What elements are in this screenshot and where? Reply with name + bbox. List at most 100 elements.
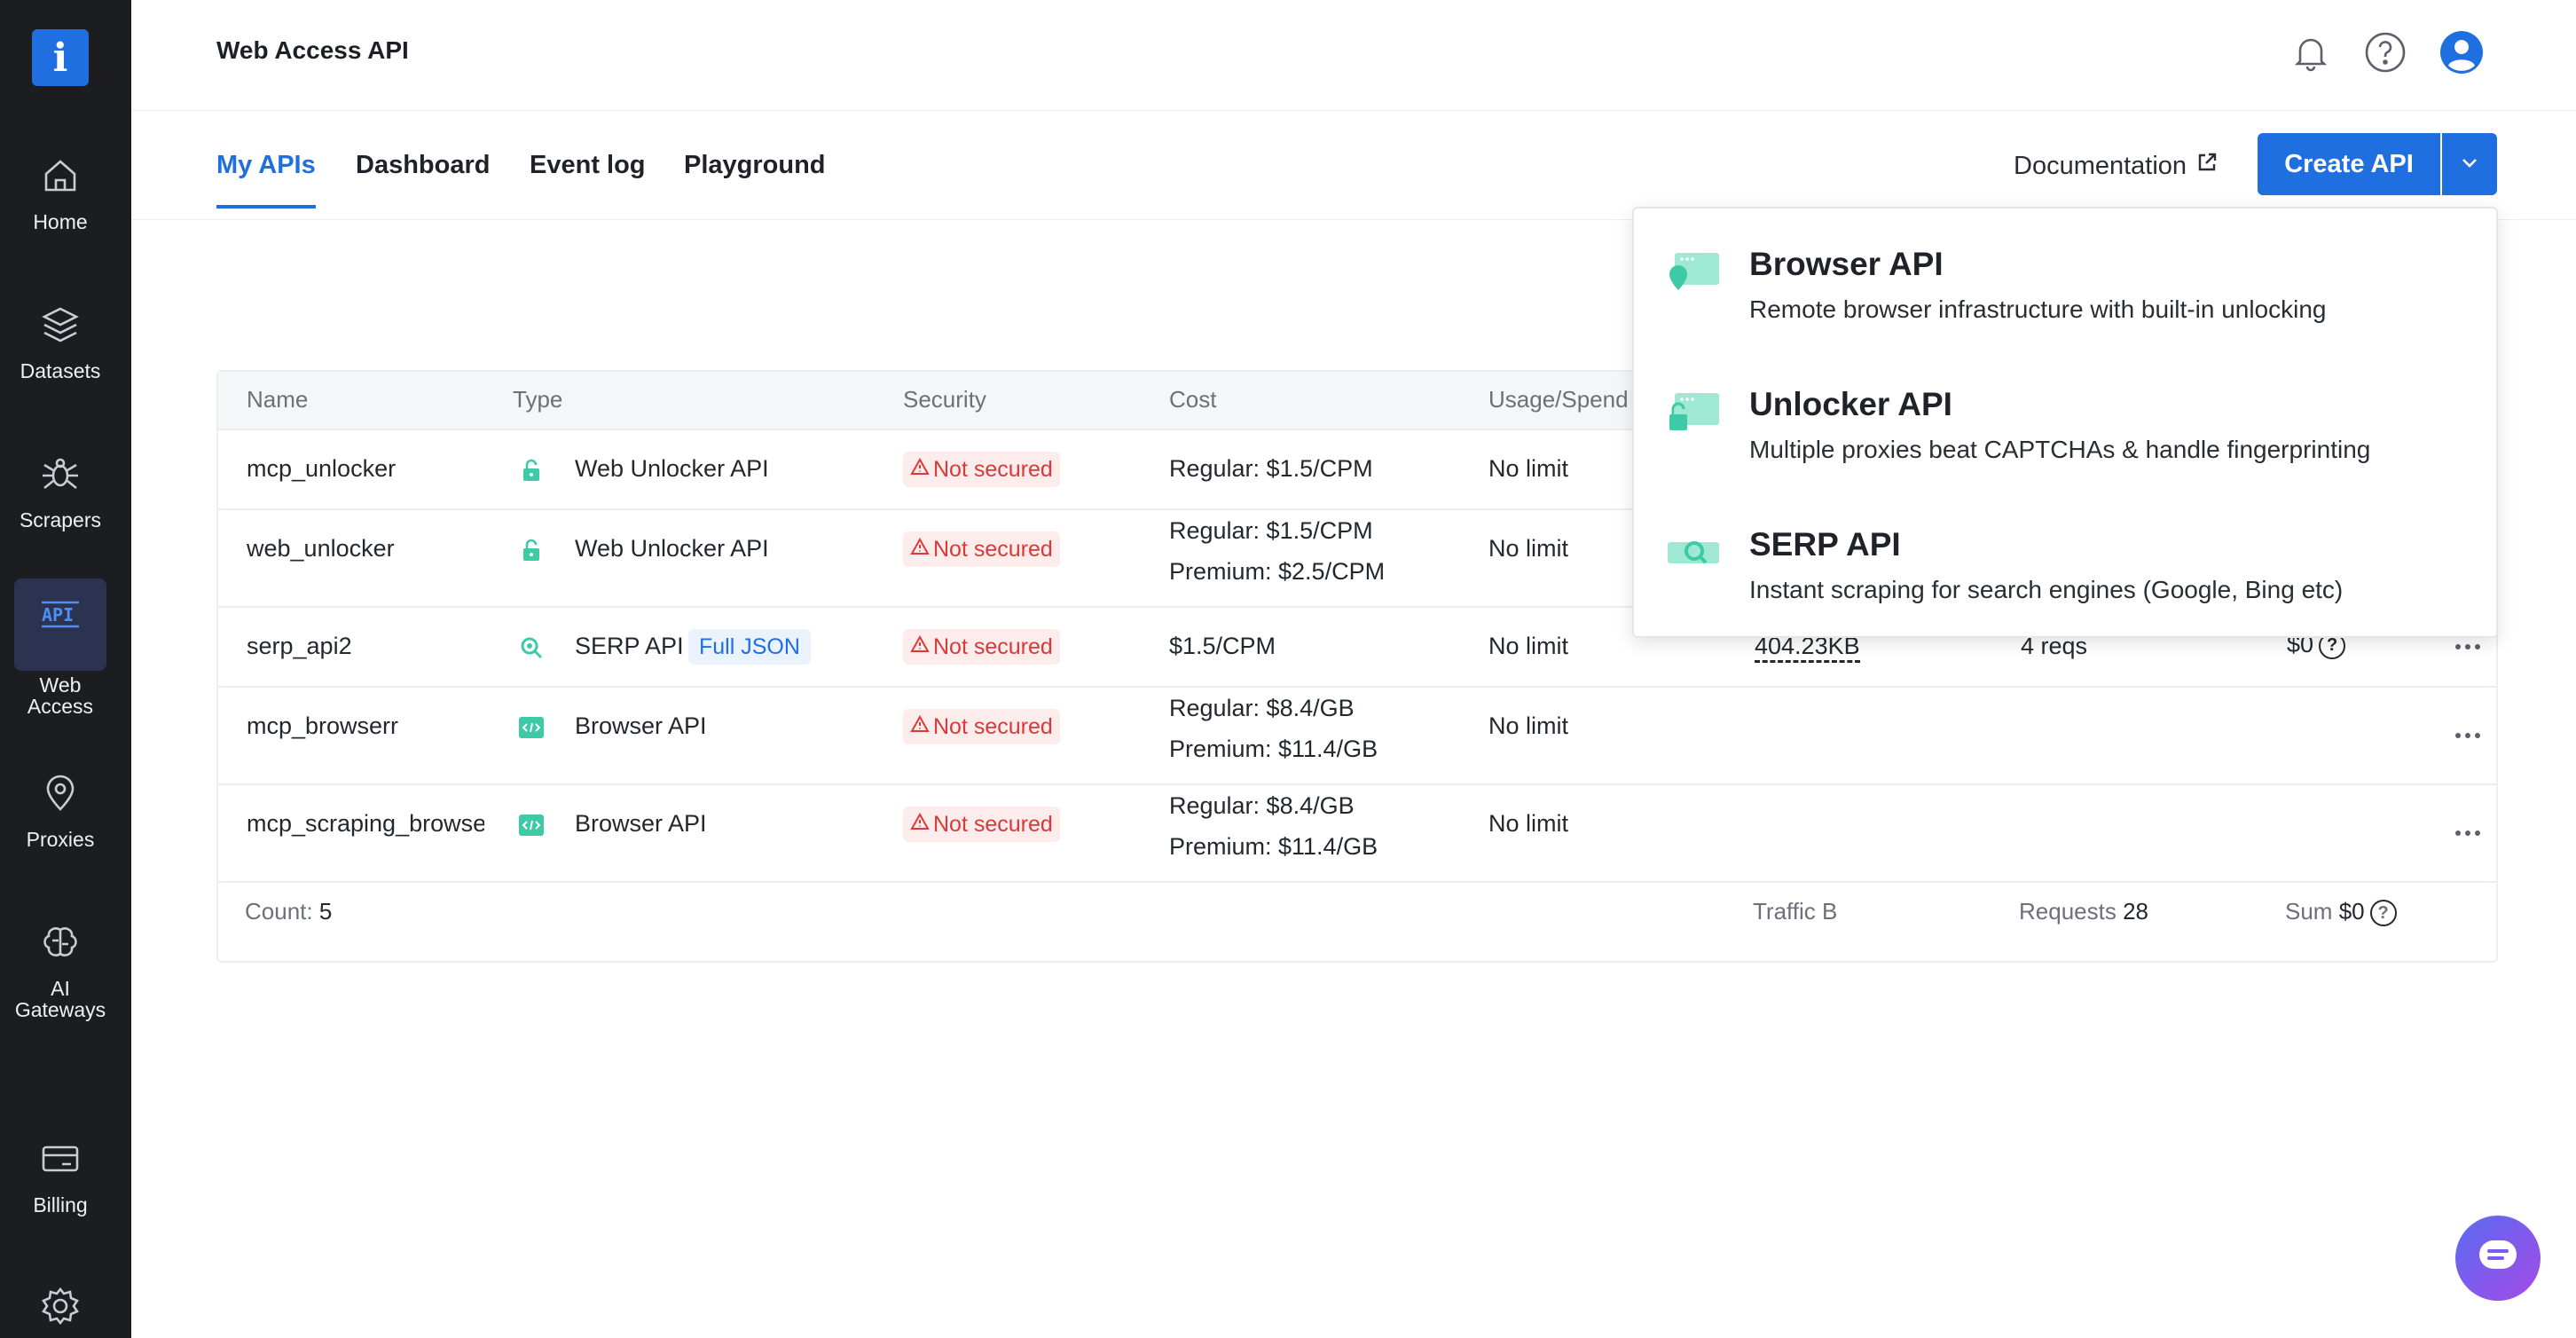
menu-item-description: Multiple proxies beat CAPTCHAs & handle … [1749,436,2371,463]
tab-playground[interactable]: Playground [684,151,826,205]
sidebar-item-billing[interactable]: Billing [14,1136,106,1216]
requests-label: Requests [2019,898,2117,925]
warning-icon [910,812,930,838]
tab-dashboard[interactable]: Dashboard [356,151,490,205]
create-api-button[interactable]: Create API [2258,133,2440,195]
sidebar-item-ai-gateways[interactable]: AI Gateways [14,919,106,1020]
brain-icon [37,919,83,965]
search-icon [518,634,545,661]
usage-limit: No limit [1488,455,1569,482]
documentation-link[interactable]: Documentation [2014,151,2219,181]
format-tag: Full JSON [688,629,811,665]
sum-total: Sum $0? [2285,898,2397,927]
sidebar-item-label: AI Gateways [14,977,106,1021]
column-header-name[interactable]: Name [247,386,308,413]
serp-api-icon [1664,524,1721,581]
column-header-security[interactable]: Security [903,386,986,413]
menu-item-title: Unlocker API [1749,386,1952,422]
api-name[interactable]: mcp_scraping_browse [247,810,484,838]
usage-limit: No limit [1488,633,1569,659]
row-count: Count: 5 [245,898,332,925]
create-api-menu: Browser API Remote browser infrastructur… [1632,207,2498,638]
chat-launcher-button[interactable] [2455,1216,2541,1301]
location-pin-icon [37,770,83,816]
tab-my-apis[interactable]: My APIs [216,151,316,209]
code-icon [518,714,545,741]
count-value: 5 [318,898,333,925]
security-label: Not secured [933,713,1053,739]
row-menu-button[interactable] [2452,824,2484,842]
menu-item-description: Remote browser infrastructure with built… [1749,295,2327,323]
sidebar-item-label: Scrapers [19,508,102,531]
sidebar-item-web-access[interactable]: API [14,578,106,671]
api-name[interactable]: web_unlocker [247,535,395,563]
api-name[interactable]: serp_api2 [247,633,352,660]
column-header-cost[interactable]: Cost [1169,386,1216,413]
table-row[interactable]: mcp_scraping_browse Browser API Not secu… [218,785,2496,883]
warning-icon [910,537,930,563]
sidebar-item-proxies[interactable]: Proxies [14,770,106,850]
api-type: Browser API [575,810,707,837]
row-menu-button[interactable] [2452,638,2484,656]
browser-api-icon [1664,244,1721,301]
menu-item-description: Instant scraping for search engines (Goo… [1749,576,2344,603]
unlocker-api-icon [1664,384,1721,441]
tab-event-log[interactable]: Event log [530,151,646,205]
help-icon[interactable]: ? [2369,900,2397,927]
cube-stack-icon [37,302,83,348]
create-api-dropdown-toggle[interactable] [2442,133,2497,195]
sidebar-item-scrapers[interactable]: Scrapers [14,451,106,531]
sidebar-item-label: Proxies [26,828,95,851]
status-badge: Not secured [903,807,1060,842]
sidebar-item-settings[interactable] [14,1283,106,1329]
help-icon[interactable] [2361,28,2409,76]
status-badge: Not secured [903,709,1060,744]
user-avatar-icon[interactable] [2438,28,2486,76]
menu-item-title: SERP API [1749,526,1901,563]
column-header-usage[interactable]: Usage/Spend [1488,386,1629,413]
cost-regular: Regular: $8.4/GB [1169,792,1355,819]
page-title: Web Access API [216,36,409,64]
sidebar-item-datasets[interactable]: Datasets [14,302,106,382]
brand-logo[interactable]: i [32,29,89,86]
api-type: Browser API [575,712,707,739]
svg-text:API: API [42,604,74,626]
requests-total-value: 28 [2123,898,2148,925]
api-type: Web Unlocker API [575,455,769,482]
usage-limit: No limit [1488,712,1569,739]
cost-regular: $1.5/CPM [1169,633,1276,659]
row-menu-button[interactable] [2452,727,2484,744]
cost-premium: Premium: $2.5/CPM [1169,558,1386,585]
sidebar: i Home Datasets Scrapers API Web Access … [0,0,131,1338]
menu-item-serp-api[interactable]: SERP API Instant scraping for search eng… [1634,489,2496,627]
menu-item-browser-api[interactable]: Browser API Remote browser infrastructur… [1634,209,2496,347]
table-row[interactable]: mcp_browserr Browser API Not secured Reg… [218,688,2496,785]
bell-icon[interactable] [2287,28,2335,76]
sidebar-item-label: Home [33,210,88,233]
chat-icon [2476,1237,2520,1280]
api-type: SERP API [575,633,684,659]
cost-regular: Regular: $8.4/GB [1169,695,1355,721]
security-label: Not secured [933,811,1053,837]
sidebar-item-home[interactable]: Home [14,153,106,232]
column-header-type[interactable]: Type [513,386,562,413]
gear-icon [37,1283,83,1329]
cost-regular: Regular: $1.5/CPM [1169,517,1373,544]
warning-icon [910,714,930,740]
cost-premium: Premium: $11.4/GB [1169,833,1378,860]
menu-item-unlocker-api[interactable]: Unlocker API Multiple proxies beat CAPTC… [1634,349,2496,487]
usage-limit: No limit [1488,810,1569,837]
documentation-label: Documentation [2014,151,2187,180]
traffic-total: Traffic B [1753,898,1837,925]
spider-icon [37,451,83,497]
security-label: Not secured [933,536,1053,562]
cost-regular: Regular: $1.5/CPM [1169,455,1373,482]
api-name[interactable]: mcp_unlocker [247,455,396,483]
sidebar-item-label: Web Access [27,673,94,718]
api-name[interactable]: mcp_browserr [247,712,398,740]
top-bar: Web Access API [131,0,2576,111]
requests-total: Requests 28 [2019,898,2148,925]
status-badge: Not secured [903,629,1060,665]
cost-premium: Premium: $11.4/GB [1169,736,1378,762]
security-label: Not secured [933,634,1053,659]
